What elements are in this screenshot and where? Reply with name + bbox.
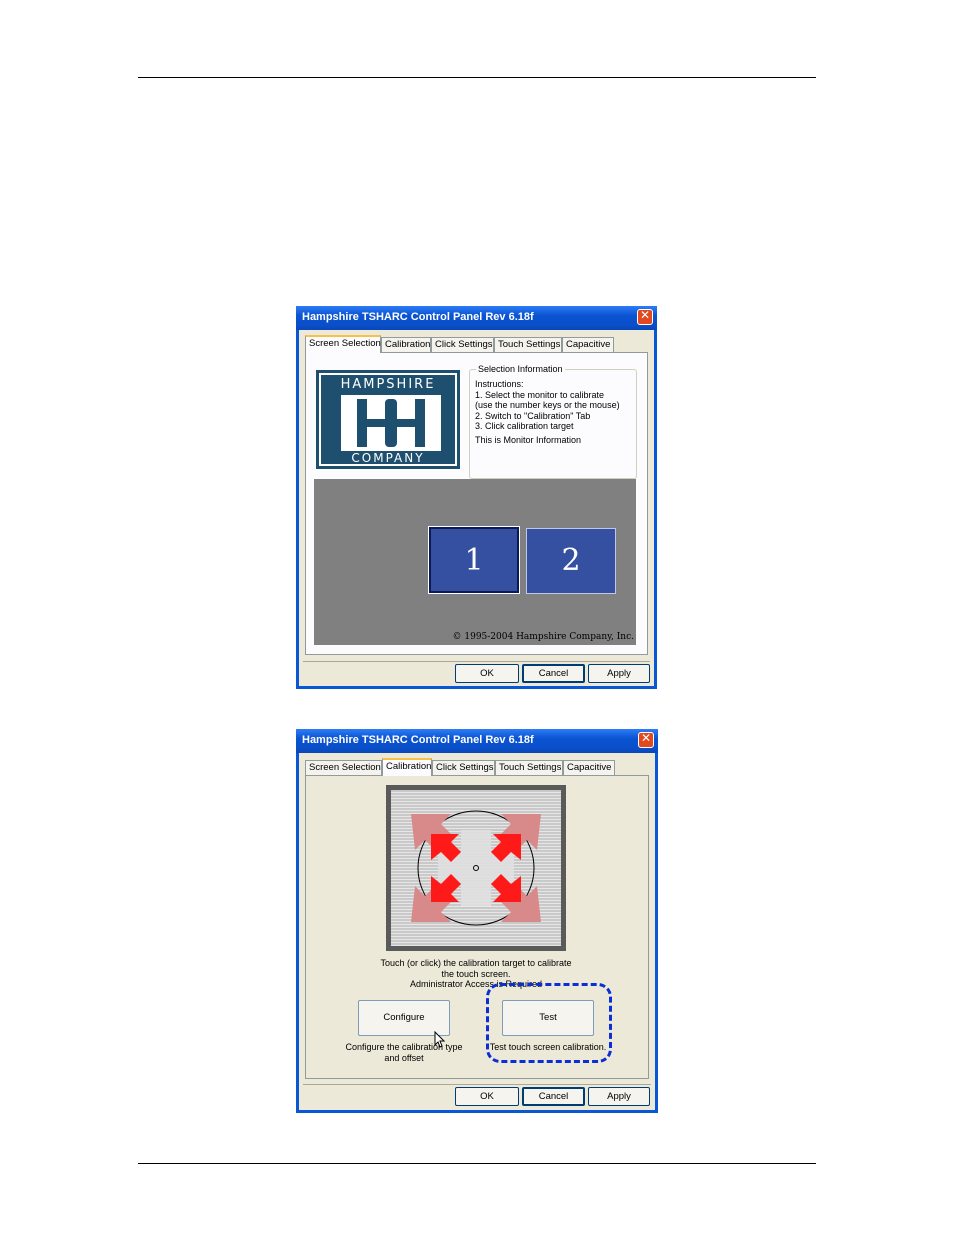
instruction-line: 3. Click calibration target: [475, 421, 574, 431]
instruction-line: (use the number keys or the mouse): [475, 400, 620, 410]
cancel-button[interactable]: Cancel: [522, 664, 585, 683]
instruction-line: Instructions:: [475, 379, 524, 389]
tab-click-settings[interactable]: Click Settings: [432, 760, 495, 775]
control-panel-window-calibration: Hampshire TSHARC Control Panel Rev 6.18f…: [296, 729, 658, 1113]
calibration-target-area: [391, 790, 561, 946]
bottom-separator: [303, 1084, 651, 1085]
title-bar[interactable]: Hampshire TSHARC Control Panel Rev 6.18f…: [296, 306, 657, 330]
tab-click-settings[interactable]: Click Settings: [431, 337, 494, 352]
logo-frame: HAMPSHIRE COMPANY: [319, 373, 457, 466]
tab-screen-selection[interactable]: Screen Selection: [305, 760, 382, 775]
close-icon: ✕: [640, 731, 652, 745]
window-client: Screen Selection Calibration Click Setti…: [299, 753, 655, 1110]
logo-h-emblem-icon: [341, 395, 441, 451]
selection-information-group: Selection Information Instructions: 1. S…: [469, 364, 637, 479]
test-description: Test touch screen calibration.: [489, 1042, 607, 1052]
tab-touch-settings[interactable]: Touch Settings: [495, 760, 563, 775]
calibration-panel: Touch (or click) the calibration target …: [305, 775, 649, 1079]
cancel-button[interactable]: Cancel: [522, 1087, 585, 1106]
configure-description: and offset: [384, 1052, 424, 1063]
tab-capacitive[interactable]: Capacitive: [562, 337, 614, 352]
ok-button[interactable]: OK: [455, 664, 519, 683]
apply-button[interactable]: Apply: [588, 1087, 650, 1106]
monitor-2[interactable]: 2: [526, 528, 616, 594]
window-client: Screen Selection Calibration Click Setti…: [299, 330, 654, 686]
close-button[interactable]: ✕: [637, 308, 653, 325]
calibration-instruction-line: Touch (or click) the calibration target …: [380, 958, 572, 968]
monitor-selection-area: 1 2 © 1995-2004 Hampshire Company, Inc.: [314, 479, 636, 645]
logo-text-bottom: COMPANY: [351, 451, 425, 465]
tab-screen-selection[interactable]: Screen Selection: [305, 335, 381, 353]
tab-calibration[interactable]: Calibration: [382, 758, 432, 776]
bottom-rule: [138, 1163, 816, 1164]
instruction-line: 1. Select the monitor to calibrate: [475, 389, 605, 400]
control-panel-window-screen-selection: Hampshire TSHARC Control Panel Rev 6.18f…: [296, 306, 657, 689]
tab-calibration[interactable]: Calibration: [381, 337, 431, 352]
top-rule: [138, 77, 816, 78]
bottom-separator: [303, 661, 650, 662]
group-legend: Selection Information: [476, 364, 565, 375]
instruction-line: 2. Switch to "Calibration" Tab: [475, 410, 591, 421]
mouse-cursor-icon: [434, 1031, 446, 1048]
logo-text-top: HAMPSHIRE: [340, 377, 436, 392]
hampshire-company-logo: HAMPSHIRE COMPANY: [316, 370, 460, 469]
calibration-instruction-line: the touch screen.: [441, 968, 511, 979]
close-button[interactable]: ✕: [638, 731, 654, 748]
monitor-1[interactable]: 1: [428, 526, 520, 594]
configure-description: Configure the calibration type: [345, 1042, 463, 1052]
window-title: Hampshire TSHARC Control Panel Rev 6.18f: [302, 311, 534, 323]
apply-button[interactable]: Apply: [588, 664, 650, 683]
ok-button[interactable]: OK: [455, 1087, 519, 1106]
test-button[interactable]: Test: [502, 1000, 594, 1036]
tab-touch-settings[interactable]: Touch Settings: [494, 337, 562, 352]
monitor-information-text: This is Monitor Information: [475, 435, 582, 445]
close-icon: ✕: [639, 308, 651, 322]
calibration-target-icon[interactable]: [391, 790, 561, 946]
calibration-target-frame[interactable]: [386, 785, 566, 951]
copyright-text: © 1995-2004 Hampshire Company, Inc.: [452, 632, 635, 642]
tab-capacitive[interactable]: Capacitive: [563, 760, 615, 775]
window-title: Hampshire TSHARC Control Panel Rev 6.18f: [302, 734, 534, 746]
screen-selection-panel: HAMPSHIRE COMPANY Selection Information …: [305, 352, 648, 655]
title-bar[interactable]: Hampshire TSHARC Control Panel Rev 6.18f…: [296, 729, 658, 753]
